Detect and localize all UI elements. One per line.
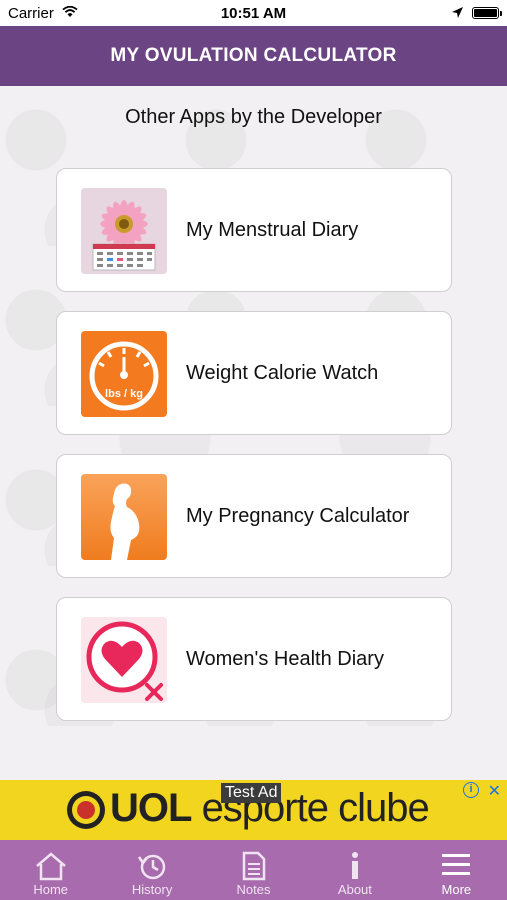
tab-home[interactable]: Home xyxy=(0,840,101,900)
tab-notes[interactable]: Notes xyxy=(203,840,304,900)
menu-icon xyxy=(442,854,471,875)
notes-icon xyxy=(242,851,265,881)
uol-logo-icon xyxy=(67,791,105,829)
ad-banner[interactable]: UOL esporte clube Test Ad i ✕ xyxy=(0,780,507,840)
section-title: Other Apps by the Developer xyxy=(125,106,382,128)
location-arrow-icon xyxy=(452,7,463,18)
ad-brand: UOL xyxy=(110,786,192,830)
scale-gauge-icon: lbs / kg xyxy=(81,331,167,417)
status-time: 10:51 AM xyxy=(220,5,287,22)
tab-label: More xyxy=(441,882,472,897)
app-name: My Pregnancy Calculator xyxy=(186,504,410,527)
history-icon xyxy=(138,854,166,880)
tab-history[interactable]: History xyxy=(101,840,202,900)
ad-info-icon[interactable]: i xyxy=(463,782,479,798)
battery-icon xyxy=(472,7,502,19)
tab-label: About xyxy=(337,882,372,897)
tab-label: Notes xyxy=(236,882,271,897)
icon-unit-text: lbs / kg xyxy=(105,388,143,400)
flower-calendar-icon xyxy=(81,188,167,274)
heart-female-symbol-icon xyxy=(81,617,167,703)
app-card-womens-health-diary[interactable]: Women's Health Diary xyxy=(56,597,452,721)
app-name: Women's Health Diary xyxy=(186,647,384,670)
tab-about[interactable]: About xyxy=(304,840,405,900)
app-name: Weight Calorie Watch xyxy=(186,361,379,384)
tab-bar: Home History Notes About More xyxy=(0,840,507,900)
ad-label: Test Ad xyxy=(221,783,282,803)
app-card-weight-calorie-watch[interactable]: lbs / kg Weight Calorie Watch xyxy=(56,311,452,435)
tab-more[interactable]: More xyxy=(406,840,507,900)
nav-bar: MY OVULATION CALCULATOR xyxy=(0,26,507,86)
status-bar: Carrier 10:51 AM xyxy=(0,0,507,26)
tab-label: Home xyxy=(33,882,69,897)
home-icon xyxy=(35,852,66,881)
pregnant-silhouette-icon xyxy=(81,474,167,560)
ad-close-icon[interactable]: ✕ xyxy=(488,781,501,801)
nav-title: MY OVULATION CALCULATOR xyxy=(110,45,397,66)
tab-label: History xyxy=(131,882,173,897)
info-icon xyxy=(351,852,358,879)
app-card-pregnancy-calculator[interactable]: My Pregnancy Calculator xyxy=(56,454,452,578)
app-card-menstrual-diary[interactable]: My Menstrual Diary xyxy=(56,168,452,292)
app-name: My Menstrual Diary xyxy=(186,218,359,241)
